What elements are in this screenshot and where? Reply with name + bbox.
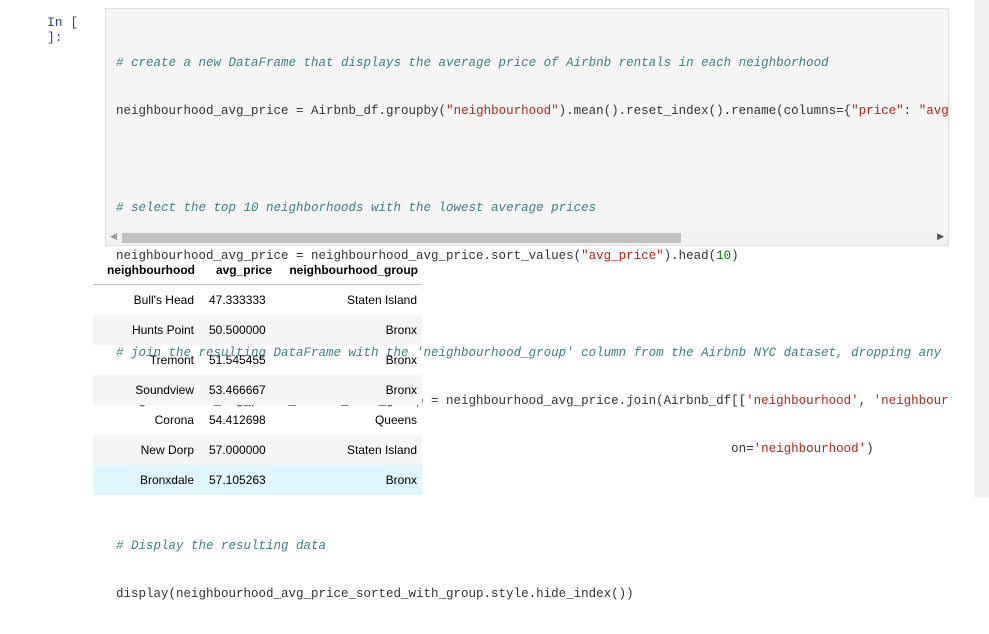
cell-neighbourhood: Bronxdale — [139, 473, 194, 487]
code-line-8: # Display the resulting data — [116, 538, 948, 554]
table-row: Soundview 53.466667 Bronx — [93, 375, 422, 405]
cell-neighbourhood: Bull's Head — [133, 293, 194, 307]
code-string: "avg_price" — [581, 249, 664, 263]
table-row: Hunts Point 50.500000 Bronx — [93, 315, 422, 345]
scroll-right-icon[interactable]: ▶ — [937, 232, 944, 242]
code-text: ).mean().reset_index().rename(columns={ — [558, 104, 852, 118]
code-comment: # select the top 10 neighborhoods with t… — [116, 201, 597, 215]
code-string: 'neighbourhood' — [753, 442, 867, 456]
cell-neighbourhood-group: Queens — [374, 413, 417, 427]
table-row: Corona 54.412698 Queens — [93, 405, 422, 435]
cell-neighbourhood-group: Bronx — [385, 473, 417, 487]
code-string: "avg_price — [918, 104, 948, 118]
column-header: avg_price — [199, 255, 276, 285]
code-line-1: # create a new DataFrame that displays t… — [116, 55, 948, 71]
table-row: Tremont 51.545455 Bronx — [93, 345, 422, 375]
column-header: neighbourhood — [93, 255, 199, 285]
cell-avg-price: 57.000000 — [209, 443, 266, 457]
cell-prompt: In [ ]: — [47, 15, 79, 45]
cell-avg-price: 51.545455 — [209, 353, 266, 367]
cell-neighbourhood-group: Bronx — [385, 353, 417, 367]
code-line-3: # select the top 10 neighborhoods with t… — [116, 200, 948, 216]
code-string: 'neighbourhood' — [746, 394, 859, 408]
code-text: ).head( — [663, 249, 717, 263]
code-line-9: display(neighbourhood_avg_price_sorted_w… — [116, 586, 948, 602]
code-string: 'neighbourhood_g — [873, 394, 948, 408]
code-text: , — [858, 394, 874, 408]
cell-neighbourhood-group: Bronx — [385, 323, 417, 337]
code-text: ) — [866, 442, 874, 456]
scrollbar-thumb[interactable] — [122, 233, 681, 243]
code-text: ) — [731, 249, 739, 263]
column-header: neighbourhood_group — [276, 255, 422, 285]
table-header-row: neighbourhood avg_price neighbourhood_gr… — [93, 255, 422, 285]
cell-neighbourhood: Hunts Point — [131, 323, 194, 337]
cell-neighbourhood-group: Staten Island — [346, 443, 417, 457]
cell-avg-price: 54.412698 — [209, 413, 266, 427]
cell-neighbourhood: New Dorp — [140, 443, 194, 457]
cell-neighbourhood: Soundview — [135, 383, 194, 397]
scroll-left-icon[interactable]: ◀ — [110, 232, 117, 242]
cell-avg-price: 47.333333 — [209, 293, 266, 307]
cell-avg-price: 50.500000 — [209, 323, 266, 337]
vertical-scrollbar[interactable] — [974, 0, 989, 498]
table-row-hovered: Bronxdale 57.105263 Bronx — [93, 465, 422, 495]
cell-neighbourhood: Tremont — [149, 353, 194, 367]
horizontal-scrollbar[interactable]: ◀ ▶ — [106, 231, 948, 245]
code-number: 10 — [716, 249, 732, 263]
cell-avg-price: 57.105263 — [209, 473, 266, 487]
code-text: neighbourhood_avg_price = Airbnb_df.grou… — [116, 104, 447, 118]
code-string: "price" — [851, 104, 904, 118]
table-row: New Dorp 57.000000 Staten Island — [93, 435, 422, 465]
code-text: : — [903, 104, 919, 118]
cell-neighbourhood: Corona — [154, 413, 194, 427]
code-cell-editor[interactable]: # create a new DataFrame that displays t… — [105, 8, 949, 601]
code-text: display(neighbourhood_avg_price_sorted_w… — [116, 587, 634, 601]
code-comment: # create a new DataFrame that displays t… — [116, 56, 829, 70]
dataframe-output-table: neighbourhood avg_price neighbourhood_gr… — [93, 255, 422, 495]
table-row: Bull's Head 47.333333 Staten Island — [93, 285, 422, 316]
code-line-2: neighbourhood_avg_price = Airbnb_df.grou… — [116, 103, 948, 119]
cell-neighbourhood-group: Staten Island — [346, 293, 417, 307]
code-comment: # Display the resulting data — [116, 539, 327, 553]
cell-neighbourhood-group: Bronx — [385, 383, 417, 397]
code-string: "neighbourhood" — [446, 104, 559, 118]
cell-avg-price: 53.466667 — [209, 383, 266, 397]
